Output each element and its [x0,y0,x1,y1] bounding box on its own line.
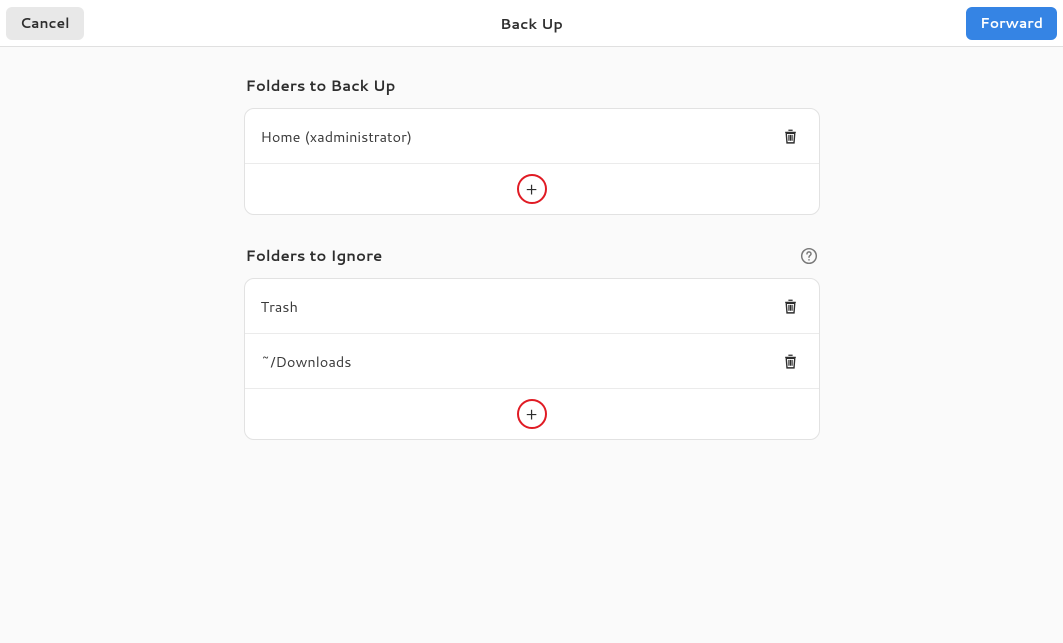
add-row: + [245,389,819,439]
list-item[interactable]: ~/Downloads [245,334,819,389]
folders-to-ignore-section: Folders to Ignore Trash [244,245,820,440]
page-title: Back Up [0,13,1063,34]
trash-icon [782,128,799,145]
headerbar: Cancel Back Up Forward [0,0,1063,47]
backup-folders-list: Home (xadministrator) + [244,108,820,215]
folder-label: Trash [261,296,298,317]
remove-folder-button[interactable] [778,124,803,149]
add-ignore-folder-button[interactable]: + [517,399,547,429]
plus-icon: + [526,406,538,423]
remove-folder-button[interactable] [778,294,803,319]
trash-icon [782,353,799,370]
content-area: Folders to Back Up Home (xadministrator)… [0,47,1063,470]
help-icon[interactable] [800,247,818,265]
folder-label: ~/Downloads [261,351,352,372]
add-backup-folder-button[interactable]: + [517,174,547,204]
plus-icon: + [526,181,538,198]
cancel-button[interactable]: Cancel [6,7,84,40]
section-title: Folders to Ignore [246,245,383,266]
section-header: Folders to Ignore [244,245,820,266]
folders-to-backup-section: Folders to Back Up Home (xadministrator)… [244,75,820,215]
remove-folder-button[interactable] [778,349,803,374]
add-row: + [245,164,819,214]
section-title: Folders to Back Up [246,75,396,96]
section-header: Folders to Back Up [244,75,820,96]
folder-label: Home (xadministrator) [261,126,413,147]
forward-button[interactable]: Forward [966,7,1057,40]
ignore-folders-list: Trash ~/Downloads [244,278,820,440]
trash-icon [782,298,799,315]
list-item[interactable]: Home (xadministrator) [245,109,819,164]
list-item[interactable]: Trash [245,279,819,334]
